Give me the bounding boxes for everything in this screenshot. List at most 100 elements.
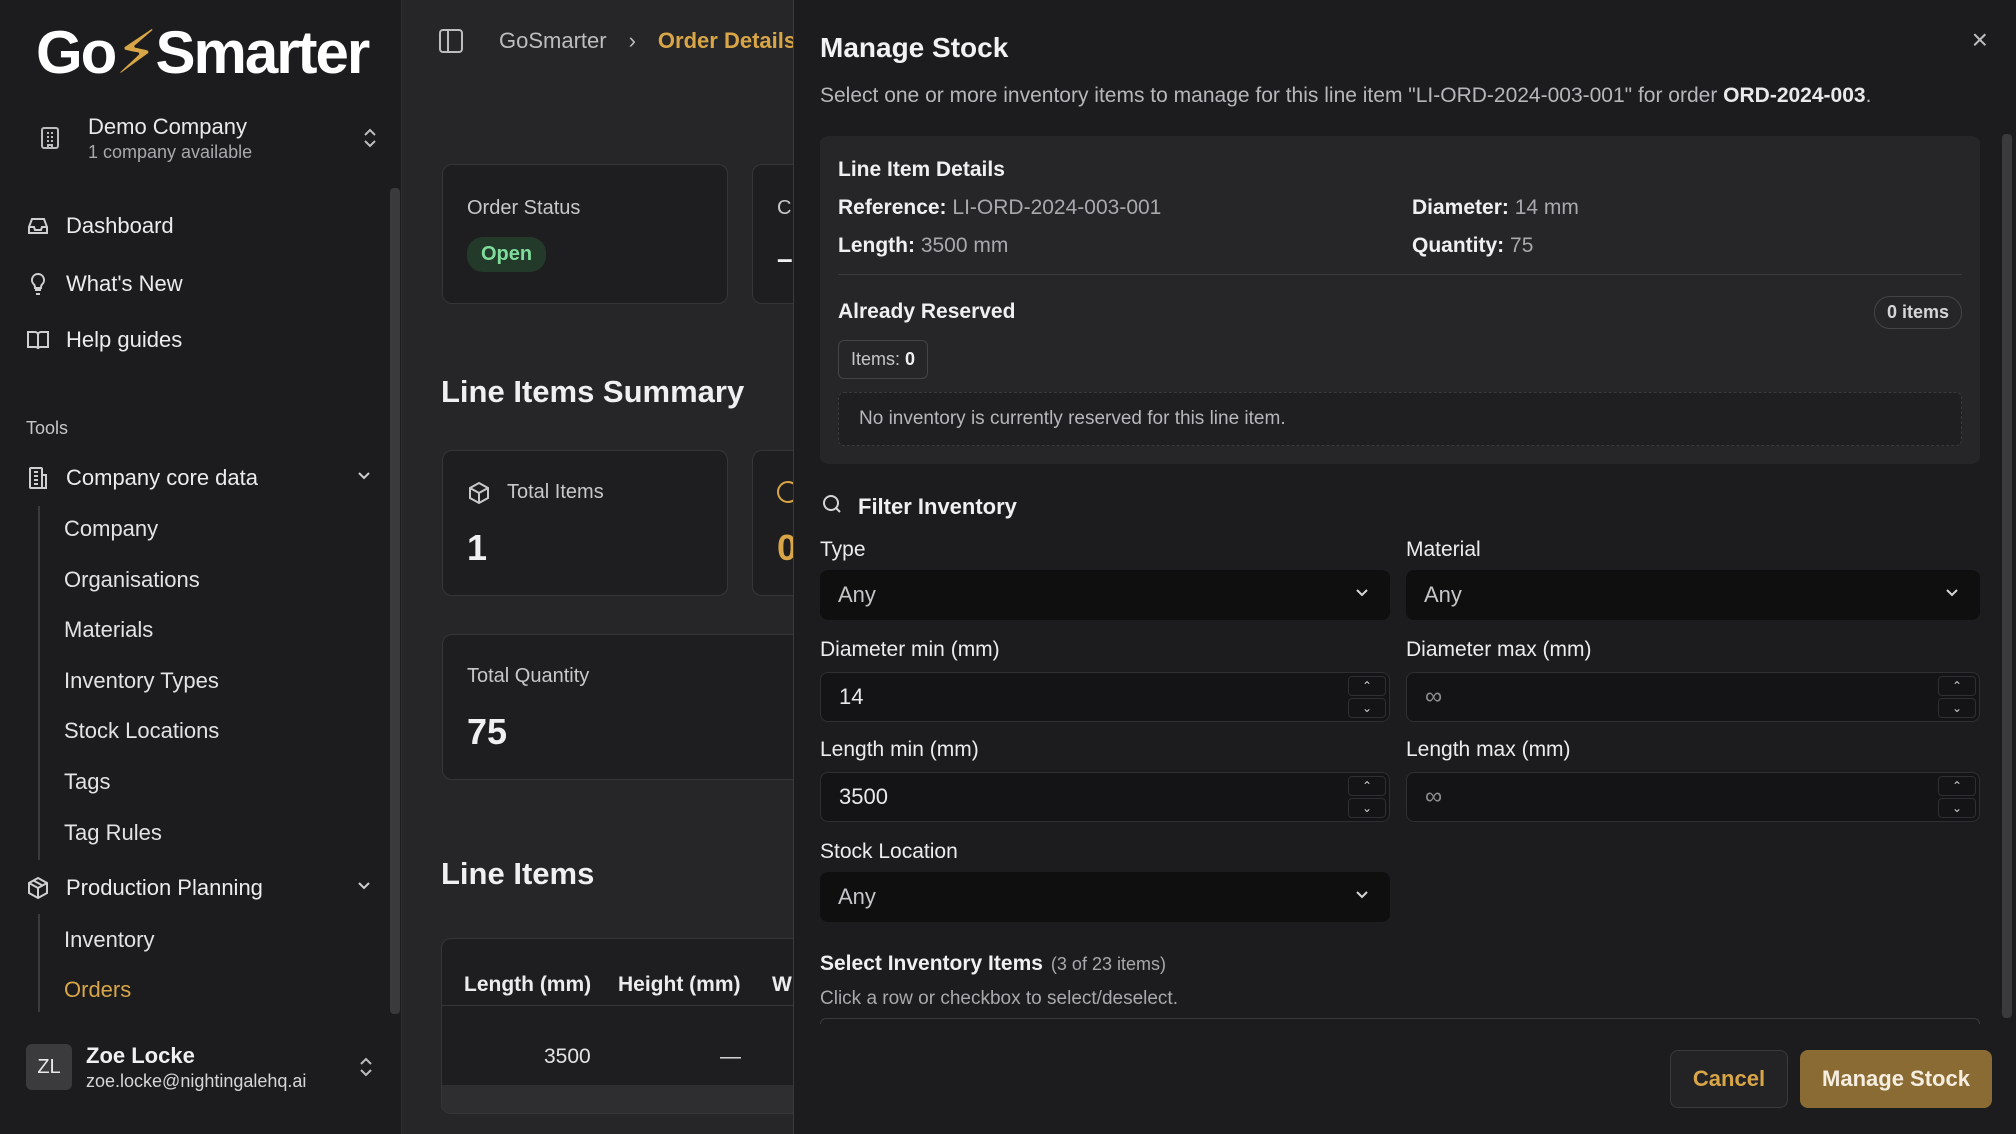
- nav-tags[interactable]: Tags: [64, 769, 110, 795]
- partial-card: 0: [752, 450, 793, 596]
- select-hint: Click a row or checkbox to select/desele…: [820, 988, 1178, 1009]
- column-header[interactable]: W: [772, 973, 792, 997]
- select-value: Any: [1424, 582, 1462, 607]
- desc-suffix: .: [1865, 84, 1872, 107]
- number-stepper[interactable]: ⌃ ⌄: [1347, 675, 1387, 719]
- desc-text: Select one or more inventory items to ma…: [820, 84, 1724, 107]
- breadcrumb-root[interactable]: GoSmarter: [499, 28, 607, 54]
- nav-inventory-types[interactable]: Inventory Types: [64, 668, 219, 694]
- nav-tag-rules[interactable]: Tag Rules: [64, 820, 162, 846]
- column-header[interactable]: Length (mm): [464, 973, 591, 997]
- order-number: ORD-2024-003: [1723, 84, 1866, 107]
- nav-company[interactable]: Company: [64, 516, 158, 542]
- package-icon: [24, 874, 52, 902]
- select-value: Any: [838, 884, 876, 909]
- diameter-min-input[interactable]: 14 ⌃ ⌄: [820, 672, 1390, 722]
- nav-group-company-core-data[interactable]: Company core data: [24, 464, 374, 492]
- dialog-title: Manage Stock: [820, 32, 1009, 63]
- field-label: Length:: [838, 234, 915, 257]
- nav-label: Help guides: [66, 327, 183, 352]
- field-value: LI-ORD-2024-003-001: [952, 196, 1162, 219]
- increment-icon[interactable]: ⌃: [1938, 776, 1976, 796]
- field-label: Reference:: [838, 196, 947, 219]
- field-label: Quantity:: [1412, 234, 1505, 257]
- line-item-details-panel: Line Item Details Reference: LI-ORD-2024…: [820, 136, 1980, 464]
- close-icon[interactable]: ×: [1972, 24, 1988, 56]
- empty-reserved-message: No inventory is currently reserved for t…: [838, 392, 1962, 446]
- nav-whats-new[interactable]: What's New: [24, 270, 183, 298]
- sidebar-scrollbar[interactable]: [390, 188, 400, 1014]
- field-value: 75: [1510, 234, 1534, 257]
- number-stepper[interactable]: ⌃ ⌄: [1347, 775, 1387, 819]
- decrement-icon[interactable]: ⌄: [1348, 798, 1386, 818]
- app-logo[interactable]: Go⚡Smarter: [36, 18, 370, 88]
- chip-value: 0: [905, 349, 916, 369]
- nav-group-production-planning[interactable]: Production Planning: [24, 874, 374, 902]
- number-stepper[interactable]: ⌃ ⌄: [1937, 675, 1977, 719]
- chevron-down-icon: [1352, 884, 1372, 910]
- manage-stock-button[interactable]: Manage Stock: [1800, 1050, 1992, 1108]
- cancel-button[interactable]: Cancel: [1670, 1050, 1788, 1108]
- total-items-card: Total Items 1: [442, 450, 728, 596]
- chevron-right-icon: ›: [628, 28, 636, 53]
- nav-stock-locations[interactable]: Stock Locations: [64, 718, 219, 744]
- diameter-max-input[interactable]: ∞ ⌃ ⌄: [1406, 672, 1980, 722]
- nav-help-guides[interactable]: Help guides: [24, 326, 182, 354]
- card-label: Total Quantity: [467, 665, 590, 687]
- order-status-card: Order Status Open: [442, 164, 728, 304]
- decrement-icon[interactable]: ⌄: [1938, 798, 1976, 818]
- increment-icon[interactable]: ⌃: [1938, 676, 1976, 696]
- dialog-scrollbar[interactable]: [2002, 134, 2012, 1018]
- lightbulb-icon: [24, 270, 52, 298]
- increment-icon[interactable]: ⌃: [1348, 776, 1386, 796]
- company-name: Demo Company: [88, 113, 247, 139]
- inbox-icon: [24, 212, 52, 240]
- chevrons-up-down-icon: [358, 126, 382, 150]
- nav-label: What's New: [66, 271, 183, 296]
- select-value: Any: [838, 582, 876, 607]
- user-menu[interactable]: ZL Zoe Locke zoe.locke@nightingalehq.ai: [26, 1038, 378, 1096]
- customer-card: C –: [752, 164, 793, 304]
- length-max-input[interactable]: ∞ ⌃ ⌄: [1406, 772, 1980, 822]
- stock-location-select[interactable]: Any: [820, 872, 1390, 922]
- items-count-chip: Items: 0: [838, 340, 929, 379]
- clock-icon: [777, 481, 793, 503]
- length-max-label: Length max (mm): [1406, 738, 1571, 761]
- table-cell[interactable]: 3500: [544, 1045, 591, 1069]
- breadcrumb: GoSmarter › Order Details: [439, 28, 793, 54]
- material-select[interactable]: Any: [1406, 570, 1980, 620]
- dialog-description: Select one or more inventory items to ma…: [820, 84, 1871, 108]
- user-email: zoe.locke@nightingalehq.ai: [86, 1070, 307, 1091]
- column-header[interactable]: Height (mm): [618, 973, 741, 997]
- nav-organisations[interactable]: Organisations: [64, 567, 200, 593]
- nav-inventory[interactable]: Inventory: [64, 927, 155, 953]
- card-label: Order Status: [467, 197, 581, 219]
- chevron-down-icon: [1942, 582, 1962, 608]
- nav-materials[interactable]: Materials: [64, 617, 153, 643]
- sidebar: Go⚡Smarter Demo Company 1 company availa…: [0, 0, 402, 1134]
- decrement-icon[interactable]: ⌄: [1938, 698, 1976, 718]
- decrement-icon[interactable]: ⌄: [1348, 698, 1386, 718]
- already-reserved-heading: Already Reserved: [838, 300, 1016, 323]
- increment-icon[interactable]: ⌃: [1348, 676, 1386, 696]
- card-value: 0: [777, 527, 793, 568]
- length-min-input[interactable]: 3500 ⌃ ⌄: [820, 772, 1390, 822]
- submenu-line: [38, 506, 40, 860]
- nav-dashboard[interactable]: Dashboard: [24, 212, 174, 240]
- nav-label: Dashboard: [66, 213, 174, 238]
- diameter-max-label: Diameter max (mm): [1406, 638, 1592, 661]
- company-count: 1 company available: [88, 141, 253, 162]
- book-icon: [24, 326, 52, 354]
- table-cell[interactable]: —: [720, 1045, 741, 1069]
- length-field: Length: 3500 mm: [838, 234, 1008, 258]
- sidebar-toggle-icon[interactable]: [439, 29, 463, 53]
- nav-orders[interactable]: Orders: [64, 977, 131, 1003]
- building-icon: [24, 126, 76, 150]
- horizontal-scrollbar[interactable]: [442, 1085, 793, 1113]
- input-placeholder: ∞: [1425, 683, 1443, 710]
- line-item-details-heading: Line Item Details: [838, 158, 1005, 181]
- type-select[interactable]: Any: [820, 570, 1390, 620]
- number-stepper[interactable]: ⌃ ⌄: [1937, 775, 1977, 819]
- divider: [442, 1005, 793, 1006]
- company-switcher[interactable]: Demo Company 1 company available: [24, 108, 382, 168]
